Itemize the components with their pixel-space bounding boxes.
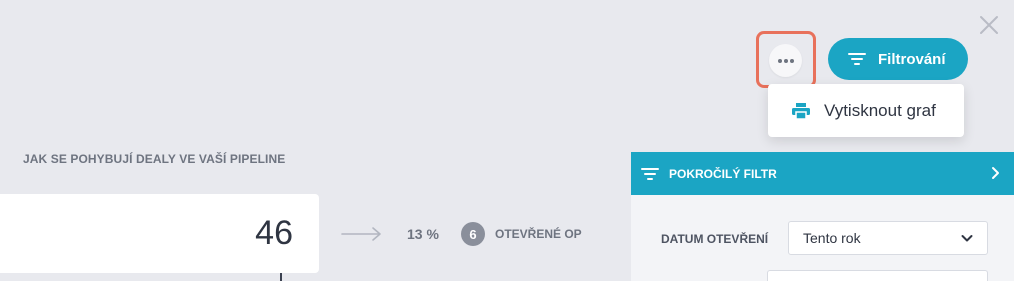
conversion-percent: 13 % bbox=[407, 226, 439, 242]
date-opened-select[interactable]: Tento rok bbox=[788, 221, 988, 255]
more-options-button[interactable] bbox=[769, 44, 802, 77]
open-count-badge: 6 bbox=[461, 222, 485, 246]
pipeline-stage-card[interactable]: 46 bbox=[0, 194, 319, 273]
date-opened-label: DATUM OTEVŘENÍ bbox=[661, 232, 769, 246]
more-button-highlight bbox=[756, 31, 816, 88]
advanced-filter-title: POKROČILÝ FILTR bbox=[669, 166, 777, 181]
secondary-filter-field[interactable] bbox=[767, 270, 988, 281]
open-opportunities-label: OTEVŘENÉ OP bbox=[495, 227, 582, 241]
arrow-right-icon bbox=[341, 227, 381, 241]
section-title: JAK SE POHYBUJÍ DEALY VE VAŠÍ PIPELINE bbox=[23, 152, 286, 166]
filter-button-label: Filtrování bbox=[878, 50, 946, 68]
chevron-down-icon bbox=[961, 235, 973, 242]
more-horizontal-icon bbox=[777, 58, 794, 63]
advanced-filter-panel: POKROČILÝ FILTR DATUM OTEVŘENÍ Tento rok bbox=[631, 152, 1014, 281]
chevron-right-icon bbox=[992, 167, 999, 179]
stage-connector-line bbox=[280, 273, 282, 281]
advanced-filter-header[interactable]: POKROČILÝ FILTR bbox=[631, 152, 1014, 195]
more-options-menu: Vytisknout graf bbox=[768, 84, 964, 137]
printer-icon bbox=[792, 102, 810, 119]
date-opened-value: Tento rok bbox=[803, 230, 861, 246]
filter-button[interactable]: Filtrování bbox=[828, 38, 968, 80]
menu-item-label: Vytisknout graf bbox=[824, 100, 936, 120]
stage-value: 46 bbox=[255, 214, 293, 252]
filter-icon bbox=[848, 53, 866, 65]
menu-item-print-chart[interactable]: Vytisknout graf bbox=[768, 84, 964, 137]
close-icon[interactable] bbox=[978, 14, 1000, 36]
filter-icon bbox=[641, 167, 659, 180]
